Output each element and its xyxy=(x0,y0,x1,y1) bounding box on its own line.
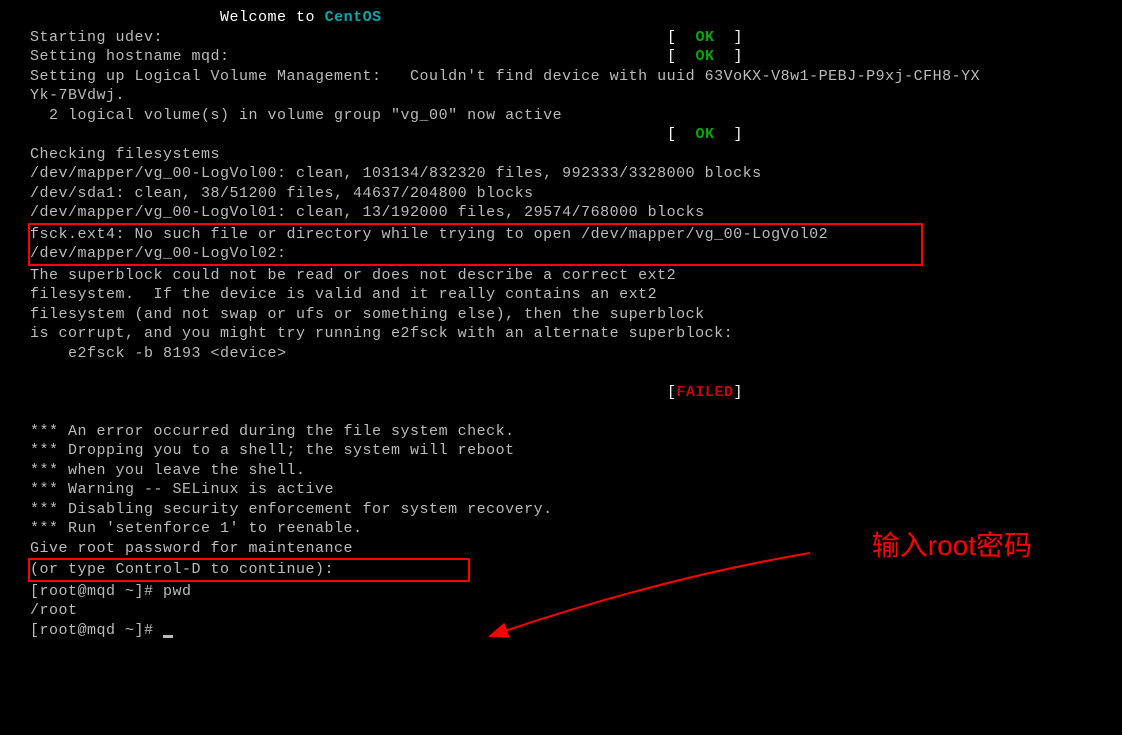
err-line-1: *** An error occurred during the file sy… xyxy=(30,422,1092,442)
blank-line-2 xyxy=(30,402,1092,422)
lvm-line2: Yk-7BVdwj. xyxy=(30,86,1092,106)
fs-line-2: /dev/sda1: clean, 38/51200 files, 44637/… xyxy=(30,184,1092,204)
shell-prompt-2[interactable]: [root@mqd ~]# xyxy=(30,621,1092,641)
status-ok: OK xyxy=(696,29,715,46)
err-line-2: *** Dropping you to a shell; the system … xyxy=(30,441,1092,461)
fs-line-3: /dev/mapper/vg_00-LogVol01: clean, 13/19… xyxy=(30,203,1092,223)
status-ok: OK xyxy=(696,126,715,143)
superblock-1: The superblock could not be read or does… xyxy=(30,266,1092,286)
ok-line-3: [ OK ] xyxy=(30,125,1092,145)
pwd-output: /root xyxy=(30,601,1092,621)
fsck-error-1: fsck.ext4: No such file or directory whi… xyxy=(30,225,921,245)
status-failed: FAILED xyxy=(677,384,734,401)
udev-line: Starting udev:[ OK ] xyxy=(30,28,1092,48)
superblock-4: is corrupt, and you might try running e2… xyxy=(30,324,1092,344)
error-highlight-box-1: fsck.ext4: No such file or directory whi… xyxy=(28,223,923,266)
fs-line-1: /dev/mapper/vg_00-LogVol00: clean, 10313… xyxy=(30,164,1092,184)
cursor-icon xyxy=(163,635,173,638)
annotation-label: 输入root密码 xyxy=(872,528,1032,564)
fsck-error-2: /dev/mapper/vg_00-LogVol02: xyxy=(30,244,921,264)
superblock-5: e2fsck -b 8193 <device> xyxy=(30,344,1092,364)
err-line-3: *** when you leave the shell. xyxy=(30,461,1092,481)
superblock-3: filesystem (and not swap or ufs or somet… xyxy=(30,305,1092,325)
hostname-line: Setting hostname mqd:[ OK ] xyxy=(30,47,1092,67)
lvm-line1: Setting up Logical Volume Management: Co… xyxy=(30,67,1092,87)
failed-line: [FAILED] xyxy=(30,383,1092,403)
err-line-5: *** Disabling security enforcement for s… xyxy=(30,500,1092,520)
error-highlight-box-2: (or type Control-D to continue): xyxy=(28,558,470,582)
blank-line xyxy=(30,363,1092,383)
status-ok: OK xyxy=(696,48,715,65)
welcome-text: Welcome to xyxy=(220,9,325,26)
welcome-line: Welcome to CentOS xyxy=(30,8,1092,28)
ctrl-d-prompt[interactable]: (or type Control-D to continue): xyxy=(30,560,468,580)
os-name: CentOS xyxy=(325,9,382,26)
checking-line: Checking filesystems xyxy=(30,145,1092,165)
volumes-line: 2 logical volume(s) in volume group "vg_… xyxy=(30,106,1092,126)
superblock-2: filesystem. If the device is valid and i… xyxy=(30,285,1092,305)
err-line-4: *** Warning -- SELinux is active xyxy=(30,480,1092,500)
shell-prompt-1: [root@mqd ~]# pwd xyxy=(30,582,1092,602)
